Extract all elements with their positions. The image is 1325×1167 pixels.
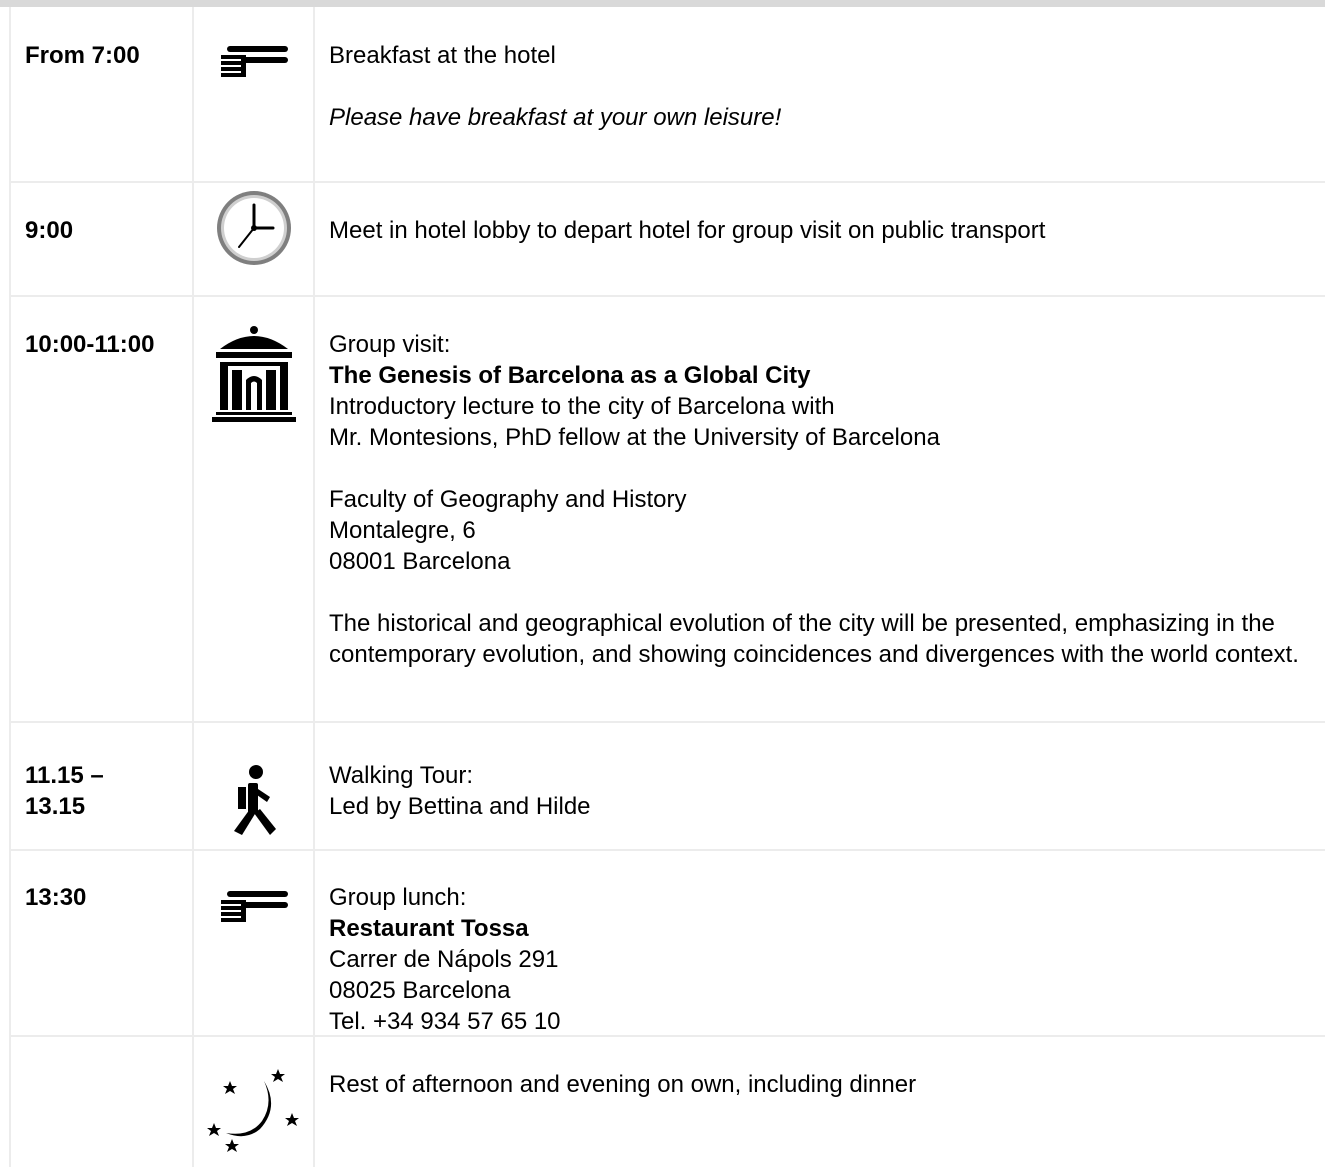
table-row: 9:00 Meet in hotel lobby to depart hotel… — [9, 183, 1325, 297]
time-cell: 13:30 — [9, 851, 194, 1035]
time-cell — [9, 1037, 194, 1167]
icon-cell — [194, 7, 315, 181]
table-row: 11.15 – 13.15 Walking Tour: Led by Betti… — [9, 723, 1325, 851]
clock-icon — [215, 189, 293, 295]
time-label: 13.15 — [25, 793, 86, 820]
description-cell: Group lunch: Restaurant Tossa Carrer de … — [315, 851, 1325, 1035]
table-row: 10:00-11:00 Group visit: The Genesis of … — [9, 297, 1325, 723]
icon-cell — [194, 851, 315, 1035]
address-line: 08025 Barcelona — [329, 977, 511, 1004]
time-cell: From 7:00 — [9, 7, 194, 181]
description-cell: Breakfast at the hotel Please have break… — [315, 7, 1325, 181]
time-label: 9:00 — [25, 217, 74, 244]
activity-intro: Walking Tour: — [329, 762, 474, 789]
address-line: Montalegre, 6 — [329, 517, 476, 544]
description-cell: Group visit: The Genesis of Barcelona as… — [315, 297, 1325, 721]
activity-summary: The historical and geographical evolutio… — [329, 610, 1299, 668]
address-line: Carrer de Nápols 291 — [329, 946, 559, 973]
activity-title: Meet in hotel lobby to depart hotel for … — [329, 217, 1046, 244]
cutlery-icon — [219, 888, 289, 1035]
activity-intro: Group visit: — [329, 331, 451, 358]
activity-detail: Led by Bettina and Hilde — [329, 793, 591, 820]
table-row: 13:30 Group lunch: Restaurant Tossa Carr… — [9, 851, 1325, 1037]
icon-cell — [194, 1037, 315, 1167]
activity-heading: Restaurant Tossa — [329, 915, 529, 942]
walking-person-icon — [230, 765, 278, 849]
icon-cell — [194, 183, 315, 295]
itinerary-table: From 7:00 Breakfast at the hotel Please … — [9, 7, 1325, 1167]
address-line: Tel. +34 934 57 65 10 — [329, 1008, 561, 1035]
table-row: From 7:00 Breakfast at the hotel Please … — [9, 7, 1325, 183]
time-label: 10:00-11:00 — [25, 331, 155, 358]
moon-stars-icon — [206, 1067, 302, 1167]
table-row: Rest of afternoon and evening on own, in… — [9, 1037, 1325, 1167]
description-cell: Walking Tour: Led by Bettina and Hilde — [315, 723, 1325, 849]
time-label: 13:30 — [25, 884, 87, 911]
address-line: 08001 Barcelona — [329, 548, 511, 575]
time-label: From 7:00 — [25, 42, 140, 69]
museum-icon — [210, 325, 298, 721]
icon-cell — [194, 297, 315, 721]
activity-heading: The Genesis of Barcelona as a Global Cit… — [329, 362, 811, 389]
time-cell: 9:00 — [9, 183, 194, 295]
description-cell: Rest of afternoon and evening on own, in… — [315, 1037, 1325, 1167]
description-cell: Meet in hotel lobby to depart hotel for … — [315, 183, 1325, 295]
activity-note: Please have breakfast at your own leisur… — [329, 104, 782, 131]
top-border-bar — [0, 0, 1325, 7]
lecture-line: Mr. Montesions, PhD fellow at the Univer… — [329, 424, 940, 451]
activity-title: Breakfast at the hotel — [329, 42, 556, 69]
time-cell: 11.15 – 13.15 — [9, 723, 194, 849]
lecture-line: Introductory lecture to the city of Barc… — [329, 393, 835, 420]
time-label: 11.15 – — [25, 762, 104, 789]
cutlery-icon — [219, 43, 289, 181]
time-cell: 10:00-11:00 — [9, 297, 194, 721]
activity-title: Rest of afternoon and evening on own, in… — [329, 1071, 917, 1098]
activity-intro: Group lunch: — [329, 884, 467, 911]
icon-cell — [194, 723, 315, 849]
address-line: Faculty of Geography and History — [329, 486, 687, 513]
